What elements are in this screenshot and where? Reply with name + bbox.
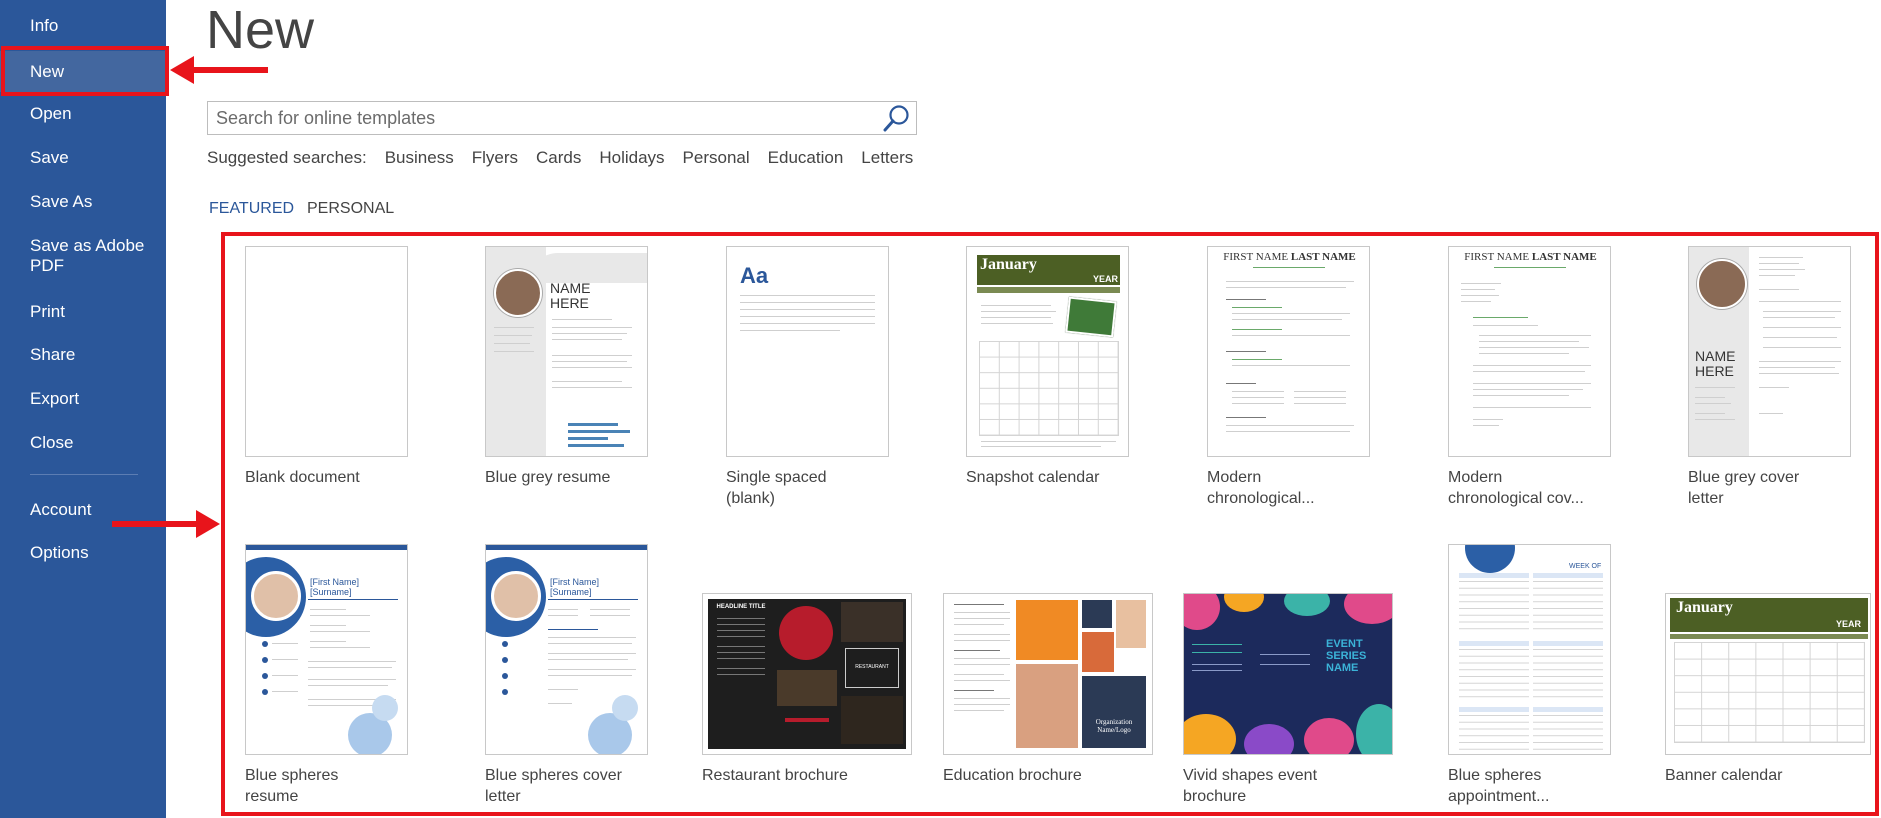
template-label: Blue grey cover letter [1688,469,1800,507]
suggested-searches: Suggested searches: Business Flyers Cards Ho… [207,148,931,168]
nav-share[interactable]: Share [0,345,166,365]
template-thumbnail [245,246,408,457]
backstage-sidebar: Info New Open Save Save As Save as Adobe… [0,0,166,818]
nav-share-label: Share [30,345,76,364]
new-arrow-shaft [190,67,268,73]
template-label: Education brochure [943,767,1082,784]
nav-export-label: Export [30,389,80,408]
template-single-spaced[interactable]: Aa Single spaced (blank) [726,246,891,507]
template-thumbnail: January YEAR [966,246,1129,457]
suggested-holidays[interactable]: Holidays [599,148,664,167]
template-search-input[interactable] [208,102,868,134]
nav-save-label: Save [30,148,69,167]
nav-save-as-label: Save As [30,192,93,211]
template-label: Blue spheres appointment... [1448,767,1550,805]
template-search-box [207,101,917,135]
template-thumbnail: HEADLINE TITLE RESTAURANT [702,593,912,755]
suggested-letters[interactable]: Letters [861,148,913,167]
template-label: Restaurant brochure [702,767,848,784]
template-blue-grey-resume[interactable]: NAME HERE Blue grey resume [485,246,650,506]
nav-save-as[interactable]: Save As [0,192,166,212]
nav-account[interactable]: Account [0,500,166,520]
template-thumbnail: [First Name] [Surname] [245,544,408,755]
template-thumbnail: Organization Name/Logo [943,593,1153,755]
template-label: Blue spheres cover letter [485,767,622,805]
templates-arrow-shaft [112,521,198,527]
tab-personal[interactable]: PERSONAL [307,200,394,218]
template-vivid-shapes-event-brochure[interactable]: EVENT SERIES NAME Vivid shapes event brochu… [1183,593,1393,806]
template-modern-chronological-resume[interactable]: FIRST NAME LAST NAME Modern chronological… [1207,246,1372,507]
templates-arrow-head [196,510,220,538]
template-label: Modern chronological... [1207,469,1315,507]
template-snapshot-calendar[interactable]: January YEAR Snapshot calendar [966,246,1131,506]
template-label: Modern chronological cov... [1448,469,1584,507]
nav-print[interactable]: Print [0,302,166,322]
template-thumbnail: NAME HERE [485,246,648,457]
tab-featured[interactable]: FEATURED [209,200,294,218]
template-label: Blank document [245,469,360,486]
nav-info-label: Info [30,16,59,35]
nav-save-as-adobe-pdf[interactable]: Save as Adobe PDF [0,236,166,276]
template-thumbnail: EVENT SERIES NAME [1183,593,1393,755]
template-label: Vivid shapes event brochure [1183,767,1318,805]
nav-close[interactable]: Close [0,433,166,453]
search-icon[interactable] [880,103,914,133]
template-label: Banner calendar [1665,767,1783,784]
nav-print-label: Print [30,302,65,321]
template-blue-spheres-appointment[interactable]: WEEK OF Blue spheres appointment... [1448,544,1613,806]
suggested-label: Suggested searches: [207,148,367,167]
nav-open[interactable]: Open [0,104,166,124]
template-label: Blue spheres resume [245,767,339,805]
template-label: Single spaced (blank) [726,469,827,507]
template-thumbnail: FIRST NAME LAST NAME [1207,246,1370,457]
template-thumbnail: NAME HERE [1688,246,1851,457]
template-modern-chronological-cover-letter[interactable]: FIRST NAME LAST NAME Modern chronological… [1448,246,1613,507]
template-thumbnail: Aa [726,246,889,457]
nav-options[interactable]: Options [0,543,166,563]
nav-account-label: Account [30,500,92,519]
nav-save[interactable]: Save [0,148,166,168]
nav-open-label: Open [30,104,72,123]
nav-export[interactable]: Export [0,389,166,409]
new-arrow-head [170,56,194,84]
nav-save-as-adobe-label-line2: PDF [30,256,64,275]
suggested-education[interactable]: Education [768,148,844,167]
template-blue-spheres-resume[interactable]: [First Name] [Surname] Blue spheres resume [245,544,410,806]
suggested-flyers[interactable]: Flyers [472,148,518,167]
nav-save-as-adobe-label: Save as Adobe [30,236,145,255]
template-label: Blue grey resume [485,469,611,486]
nav-info[interactable]: Info [0,16,166,36]
new-highlight-box [1,46,169,96]
template-blank-document[interactable]: Blank document [245,246,410,506]
template-restaurant-brochure[interactable]: HEADLINE TITLE RESTAURANT Restaurant bro… [702,593,912,806]
template-education-brochure[interactable]: Organization Name/Logo Education brochure [943,593,1153,806]
suggested-personal[interactable]: Personal [683,148,750,167]
nav-options-label: Options [30,543,89,562]
template-banner-calendar[interactable]: January YEAR Banner calendar [1665,593,1871,806]
suggested-business[interactable]: Business [385,148,454,167]
nav-separator [30,474,138,475]
template-thumbnail: [First Name] [Surname] [485,544,648,755]
template-thumbnail: FIRST NAME LAST NAME [1448,246,1611,457]
page-title: New [206,0,315,60]
template-blue-spheres-cover-letter[interactable]: [First Name] [Surname] Blue spheres cover… [485,544,650,806]
template-blue-grey-cover-letter[interactable]: NAME HERE Blue grey cover letter [1688,246,1853,507]
suggested-cards[interactable]: Cards [536,148,581,167]
template-label: Snapshot calendar [966,469,1100,486]
template-thumbnail: January YEAR [1665,593,1871,755]
template-thumbnail: WEEK OF [1448,544,1611,755]
nav-close-label: Close [30,433,74,452]
